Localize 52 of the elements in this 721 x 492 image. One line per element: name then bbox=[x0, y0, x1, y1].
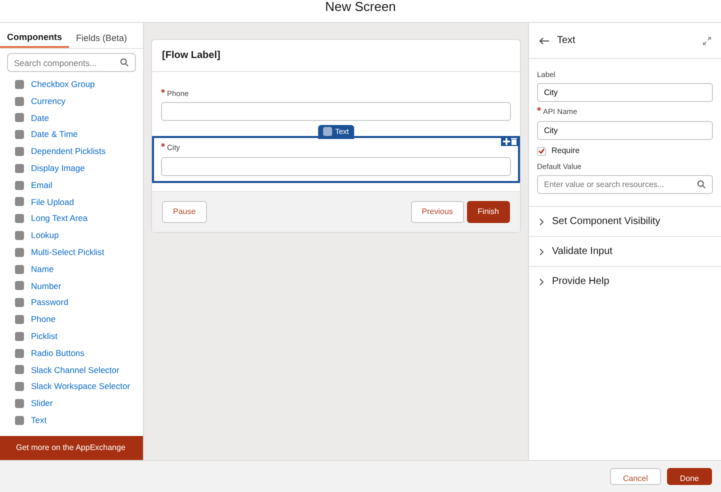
section-header[interactable]: Set Component Visibility bbox=[529, 206, 721, 236]
component-link[interactable]: File Upload bbox=[31, 196, 74, 208]
component-link[interactable]: Multi-Select Picklist bbox=[31, 246, 104, 259]
tab[interactable]: Fields (Beta) bbox=[69, 23, 134, 48]
component-link[interactable]: Date bbox=[31, 112, 49, 124]
input-field[interactable] bbox=[161, 102, 511, 122]
search-icon bbox=[120, 58, 129, 67]
expand-icon[interactable] bbox=[703, 36, 711, 44]
input-field[interactable]: City bbox=[537, 120, 713, 140]
pause-button[interactable]: Pause bbox=[162, 200, 207, 222]
footer-button[interactable]: Done bbox=[666, 468, 712, 485]
footer-button[interactable]: Cancel bbox=[610, 468, 661, 485]
back-arrow-icon[interactable] bbox=[539, 36, 549, 44]
component-link[interactable]: Picklist bbox=[31, 330, 58, 343]
input-field[interactable]: City bbox=[537, 83, 713, 102]
flow-button[interactable]: Finish bbox=[466, 200, 510, 222]
search-field[interactable]: Search components... bbox=[7, 53, 136, 72]
input-field[interactable] bbox=[161, 156, 511, 176]
component-link[interactable]: Text bbox=[31, 414, 47, 427]
chevron-icon bbox=[539, 218, 544, 226]
field-type-icon bbox=[323, 127, 332, 136]
component-link[interactable]: Display Image bbox=[31, 162, 85, 175]
component-link[interactable]: Email bbox=[31, 178, 52, 192]
component-link[interactable]: Radio Buttons bbox=[31, 346, 84, 360]
section-header[interactable]: Validate Input bbox=[529, 236, 721, 266]
component-link[interactable]: Currency bbox=[31, 94, 66, 108]
checkbox[interactable] bbox=[537, 146, 546, 156]
component-link[interactable]: Date & Time bbox=[31, 128, 78, 142]
search-icon bbox=[697, 180, 706, 190]
move-icon[interactable] bbox=[503, 138, 510, 146]
component-link[interactable]: Slack Workspace Selector bbox=[31, 380, 130, 394]
flow-button[interactable]: Previous bbox=[410, 200, 464, 222]
checkbox-label: Require bbox=[552, 145, 580, 157]
component-link[interactable]: Name bbox=[31, 262, 54, 276]
search-field[interactable]: Enter value or search resources... bbox=[537, 175, 713, 194]
chevron-icon bbox=[539, 248, 544, 256]
trash-icon[interactable] bbox=[511, 138, 517, 146]
flow-label: [Flow Label] bbox=[152, 40, 520, 72]
component-link[interactable]: Checkbox Group bbox=[31, 78, 95, 91]
panel-title: Text bbox=[557, 34, 576, 48]
tab[interactable]: Components bbox=[0, 23, 69, 48]
appexchange-button[interactable]: Get more on the AppExchange bbox=[0, 436, 143, 460]
component-link[interactable]: Long Text Area bbox=[31, 212, 88, 226]
component-link[interactable]: Phone bbox=[31, 313, 56, 326]
component-link[interactable]: Slack Channel Selector bbox=[31, 364, 120, 376]
chevron-icon bbox=[539, 278, 544, 286]
component-link[interactable]: Slider bbox=[31, 397, 53, 410]
component-link[interactable]: Lookup bbox=[31, 229, 59, 242]
component-link[interactable]: Number bbox=[31, 280, 62, 292]
section-header[interactable]: Provide Help bbox=[529, 266, 721, 296]
component-link[interactable]: Dependent Picklists bbox=[31, 145, 106, 158]
component-link[interactable]: Password bbox=[31, 296, 68, 310]
